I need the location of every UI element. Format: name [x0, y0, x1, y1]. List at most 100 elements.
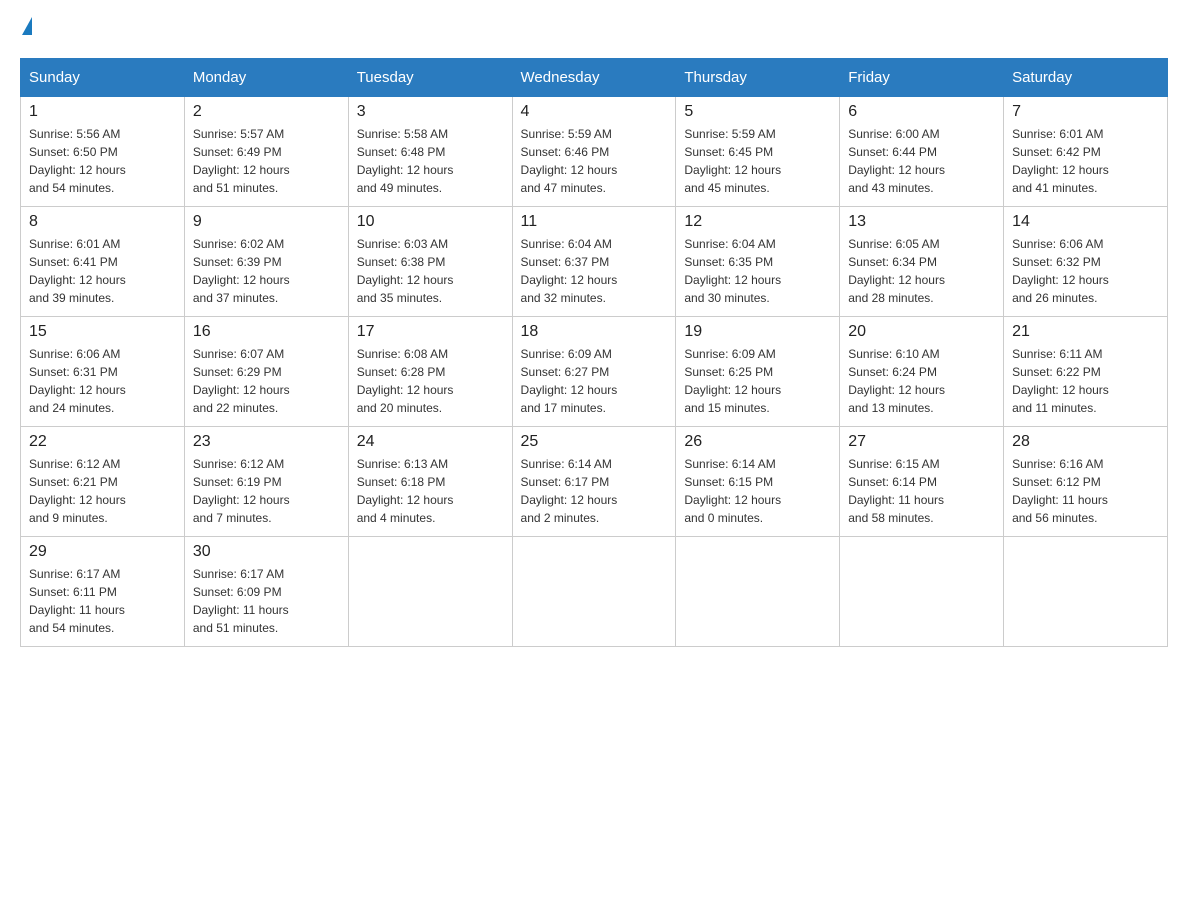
day-info: Sunrise: 6:14 AMSunset: 6:17 PMDaylight:… [521, 455, 668, 527]
day-number: 11 [521, 213, 668, 231]
day-number: 10 [357, 213, 504, 231]
day-info: Sunrise: 6:01 AMSunset: 6:42 PMDaylight:… [1012, 125, 1159, 197]
week-row-1: 1 Sunrise: 5:56 AMSunset: 6:50 PMDaylight… [21, 97, 1168, 207]
day-cell: 29 Sunrise: 6:17 AMSunset: 6:11 PMDayligh… [21, 537, 185, 647]
day-cell: 22 Sunrise: 6:12 AMSunset: 6:21 PMDayligh… [21, 427, 185, 537]
day-cell: 2 Sunrise: 5:57 AMSunset: 6:49 PMDaylight… [184, 97, 348, 207]
column-header-tuesday: Tuesday [348, 59, 512, 97]
day-number: 28 [1012, 433, 1159, 451]
day-cell: 16 Sunrise: 6:07 AMSunset: 6:29 PMDayligh… [184, 317, 348, 427]
day-info: Sunrise: 6:12 AMSunset: 6:19 PMDaylight:… [193, 455, 340, 527]
day-info: Sunrise: 6:09 AMSunset: 6:25 PMDaylight:… [684, 345, 831, 417]
day-cell: 5 Sunrise: 5:59 AMSunset: 6:45 PMDaylight… [676, 97, 840, 207]
column-header-thursday: Thursday [676, 59, 840, 97]
day-info: Sunrise: 6:04 AMSunset: 6:35 PMDaylight:… [684, 235, 831, 307]
day-info: Sunrise: 6:16 AMSunset: 6:12 PMDaylight:… [1012, 455, 1159, 527]
day-cell: 28 Sunrise: 6:16 AMSunset: 6:12 PMDayligh… [1004, 427, 1168, 537]
day-number: 24 [357, 433, 504, 451]
column-header-saturday: Saturday [1004, 59, 1168, 97]
week-row-4: 22 Sunrise: 6:12 AMSunset: 6:21 PMDayligh… [21, 427, 1168, 537]
day-cell: 30 Sunrise: 6:17 AMSunset: 6:09 PMDayligh… [184, 537, 348, 647]
day-info: Sunrise: 5:56 AMSunset: 6:50 PMDaylight:… [29, 125, 176, 197]
day-number: 5 [684, 103, 831, 121]
day-info: Sunrise: 6:05 AMSunset: 6:34 PMDaylight:… [848, 235, 995, 307]
day-cell: 13 Sunrise: 6:05 AMSunset: 6:34 PMDayligh… [840, 207, 1004, 317]
day-number: 26 [684, 433, 831, 451]
day-number: 4 [521, 103, 668, 121]
day-cell: 6 Sunrise: 6:00 AMSunset: 6:44 PMDaylight… [840, 97, 1004, 207]
calendar-table: SundayMondayTuesdayWednesdayThursdayFrid… [20, 58, 1168, 647]
day-info: Sunrise: 5:59 AMSunset: 6:45 PMDaylight:… [684, 125, 831, 197]
day-cell: 11 Sunrise: 6:04 AMSunset: 6:37 PMDayligh… [512, 207, 676, 317]
day-number: 15 [29, 323, 176, 341]
day-info: Sunrise: 6:09 AMSunset: 6:27 PMDaylight:… [521, 345, 668, 417]
day-info: Sunrise: 6:11 AMSunset: 6:22 PMDaylight:… [1012, 345, 1159, 417]
day-number: 12 [684, 213, 831, 231]
day-number: 3 [357, 103, 504, 121]
day-number: 6 [848, 103, 995, 121]
day-number: 22 [29, 433, 176, 451]
day-cell: 24 Sunrise: 6:13 AMSunset: 6:18 PMDayligh… [348, 427, 512, 537]
day-number: 29 [29, 543, 176, 561]
day-number: 2 [193, 103, 340, 121]
day-cell [840, 537, 1004, 647]
day-cell: 19 Sunrise: 6:09 AMSunset: 6:25 PMDayligh… [676, 317, 840, 427]
day-cell: 23 Sunrise: 6:12 AMSunset: 6:19 PMDayligh… [184, 427, 348, 537]
day-info: Sunrise: 5:59 AMSunset: 6:46 PMDaylight:… [521, 125, 668, 197]
day-number: 30 [193, 543, 340, 561]
day-info: Sunrise: 6:03 AMSunset: 6:38 PMDaylight:… [357, 235, 504, 307]
day-cell: 7 Sunrise: 6:01 AMSunset: 6:42 PMDaylight… [1004, 97, 1168, 207]
day-info: Sunrise: 6:13 AMSunset: 6:18 PMDaylight:… [357, 455, 504, 527]
day-cell: 20 Sunrise: 6:10 AMSunset: 6:24 PMDayligh… [840, 317, 1004, 427]
day-number: 17 [357, 323, 504, 341]
column-header-wednesday: Wednesday [512, 59, 676, 97]
day-number: 27 [848, 433, 995, 451]
day-cell: 8 Sunrise: 6:01 AMSunset: 6:41 PMDaylight… [21, 207, 185, 317]
day-info: Sunrise: 6:02 AMSunset: 6:39 PMDaylight:… [193, 235, 340, 307]
day-number: 19 [684, 323, 831, 341]
day-cell [348, 537, 512, 647]
header-row: SundayMondayTuesdayWednesdayThursdayFrid… [21, 59, 1168, 97]
day-number: 14 [1012, 213, 1159, 231]
day-number: 16 [193, 323, 340, 341]
day-cell: 4 Sunrise: 5:59 AMSunset: 6:46 PMDaylight… [512, 97, 676, 207]
day-cell: 18 Sunrise: 6:09 AMSunset: 6:27 PMDayligh… [512, 317, 676, 427]
day-number: 20 [848, 323, 995, 341]
day-info: Sunrise: 6:12 AMSunset: 6:21 PMDaylight:… [29, 455, 176, 527]
day-info: Sunrise: 6:08 AMSunset: 6:28 PMDaylight:… [357, 345, 504, 417]
day-number: 8 [29, 213, 176, 231]
day-cell: 15 Sunrise: 6:06 AMSunset: 6:31 PMDayligh… [21, 317, 185, 427]
day-info: Sunrise: 6:10 AMSunset: 6:24 PMDaylight:… [848, 345, 995, 417]
logo-triangle-icon [22, 17, 32, 35]
day-number: 18 [521, 323, 668, 341]
day-cell: 21Sunrise: 6:11 AMSunset: 6:22 PMDayligh… [1004, 317, 1168, 427]
day-info: Sunrise: 6:07 AMSunset: 6:29 PMDaylight:… [193, 345, 340, 417]
day-info: Sunrise: 5:57 AMSunset: 6:49 PMDaylight:… [193, 125, 340, 197]
day-number: 7 [1012, 103, 1159, 121]
week-row-3: 15 Sunrise: 6:06 AMSunset: 6:31 PMDayligh… [21, 317, 1168, 427]
week-row-2: 8 Sunrise: 6:01 AMSunset: 6:41 PMDaylight… [21, 207, 1168, 317]
day-info: Sunrise: 6:06 AMSunset: 6:31 PMDaylight:… [29, 345, 176, 417]
day-cell: 12 Sunrise: 6:04 AMSunset: 6:35 PMDayligh… [676, 207, 840, 317]
day-cell: 27Sunrise: 6:15 AMSunset: 6:14 PMDayligh… [840, 427, 1004, 537]
day-number: 23 [193, 433, 340, 451]
day-info: Sunrise: 6:06 AMSunset: 6:32 PMDaylight:… [1012, 235, 1159, 307]
day-cell: 25 Sunrise: 6:14 AMSunset: 6:17 PMDayligh… [512, 427, 676, 537]
week-row-5: 29 Sunrise: 6:17 AMSunset: 6:11 PMDayligh… [21, 537, 1168, 647]
day-info: Sunrise: 5:58 AMSunset: 6:48 PMDaylight:… [357, 125, 504, 197]
day-info: Sunrise: 6:04 AMSunset: 6:37 PMDaylight:… [521, 235, 668, 307]
day-number: 1 [29, 103, 176, 121]
day-number: 9 [193, 213, 340, 231]
day-cell: 10 Sunrise: 6:03 AMSunset: 6:38 PMDayligh… [348, 207, 512, 317]
day-info: Sunrise: 6:17 AMSunset: 6:11 PMDaylight:… [29, 565, 176, 637]
day-number: 13 [848, 213, 995, 231]
day-info: Sunrise: 6:01 AMSunset: 6:41 PMDaylight:… [29, 235, 176, 307]
day-cell: 14 Sunrise: 6:06 AMSunset: 6:32 PMDayligh… [1004, 207, 1168, 317]
day-cell: 9 Sunrise: 6:02 AMSunset: 6:39 PMDaylight… [184, 207, 348, 317]
day-info: Sunrise: 6:00 AMSunset: 6:44 PMDaylight:… [848, 125, 995, 197]
day-info: Sunrise: 6:17 AMSunset: 6:09 PMDaylight:… [193, 565, 340, 637]
day-number: 25 [521, 433, 668, 451]
column-header-sunday: Sunday [21, 59, 185, 97]
day-cell: 1 Sunrise: 5:56 AMSunset: 6:50 PMDaylight… [21, 97, 185, 207]
logo [20, 20, 32, 38]
